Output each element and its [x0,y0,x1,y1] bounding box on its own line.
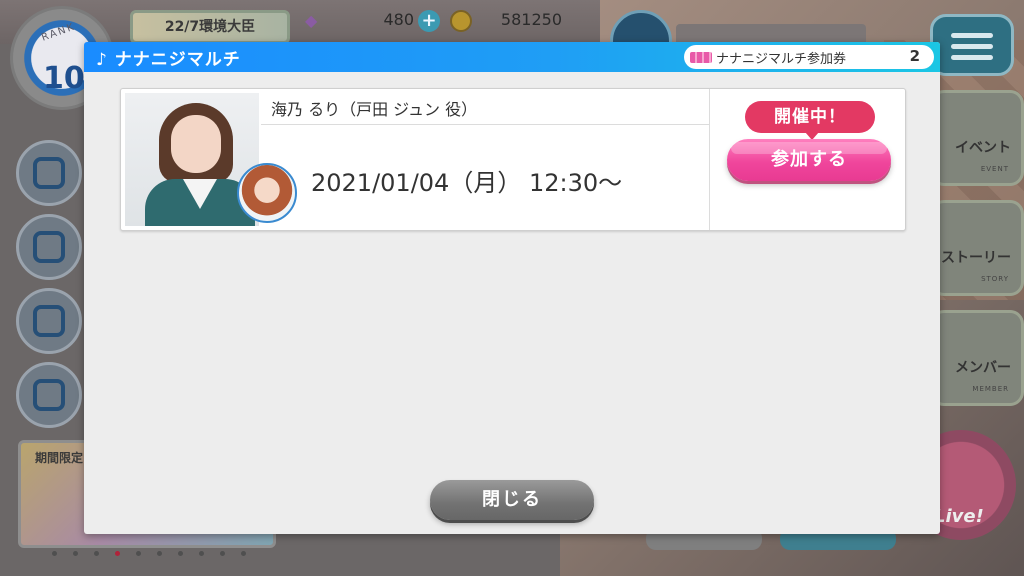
status-badge: 開催中！ [745,101,875,140]
list-icon[interactable] [16,214,82,280]
ticket-label: ナナニジマルチ参加券 [716,52,847,67]
live-label: Live! [934,506,984,527]
banner-title: 期間限定 [35,451,84,465]
page-dot[interactable] [199,551,204,556]
member-name: 海乃 るり（戸田 ジュン 役） [271,100,478,119]
photo-face [171,115,221,173]
event-label: イベント [955,140,1011,156]
story-sub-label: STORY [981,275,1009,283]
event-sub-label: EVENT [980,165,1009,173]
page-dot[interactable] [157,551,162,556]
ticket-icon [690,52,712,63]
gem-count: 480 [383,10,414,29]
entry-datetime: 2021/01/04（月） 12:30～ [311,169,623,197]
crown-icon[interactable] [16,362,82,428]
banner-pagination[interactable] [52,541,262,560]
multi-live-entry: 海乃 るり（戸田 ジュン 役） 2021/01/04（月） 12:30～ 開催中… [120,88,906,231]
entry-divider [709,89,710,230]
page-dot[interactable] [73,551,78,556]
dialog-title: ♪ ナナニジマルチ [96,50,241,70]
member-photo [125,93,259,226]
member-label: メンバー [955,360,1011,376]
coin-count: 581250 [500,10,562,29]
home-icon-shape [33,305,65,337]
menu-button[interactable] [930,14,1014,76]
story-label: ストーリー [941,250,1011,266]
member-button[interactable]: メンバー MEMBER [930,310,1024,406]
ticket-count: 2 [909,47,920,65]
menu-icon-line [951,44,993,49]
page-dot[interactable] [52,551,57,556]
page-dot[interactable] [136,551,141,556]
entry-name-row: 海乃 るり（戸田 ジュン 役） [261,89,709,125]
story-button[interactable]: ストーリー STORY [930,200,1024,296]
event-button[interactable]: イベント EVENT [930,90,1024,186]
gift-icon-shape [33,157,65,189]
list-icon-shape [33,231,65,263]
page-dot[interactable] [94,551,99,556]
character-avatar [237,163,297,223]
join-button[interactable]: 参加する [727,139,891,181]
page-dot[interactable] [178,551,183,556]
gift-icon[interactable] [16,140,82,206]
crown-icon-shape [33,379,65,411]
page-dot[interactable] [220,551,225,556]
gem-icon: ◆ [305,11,318,30]
dialog-header: ♪ ナナニジマルチ ナナニジマルチ参加券 2 [84,42,940,72]
menu-icon-line [951,55,993,60]
ticket-counter: ナナニジマルチ参加券 2 [684,45,934,69]
coin-icon [450,10,472,32]
page-dot[interactable] [241,551,246,556]
add-gems-icon[interactable]: + [418,10,440,32]
menu-icon [951,33,993,38]
home-icon[interactable] [16,288,82,354]
member-sub-label: MEMBER [972,385,1009,393]
close-button[interactable]: 閉じる [430,480,594,520]
player-title-badge[interactable]: 22/7環境大臣 [130,10,290,44]
page-dot-active[interactable] [115,551,120,556]
multi-live-dialog: ♪ ナナニジマルチ ナナニジマルチ参加券 2 海乃 るり（戸田 ジュン 役） 2… [84,42,940,534]
rank-label: RANK [40,21,78,44]
